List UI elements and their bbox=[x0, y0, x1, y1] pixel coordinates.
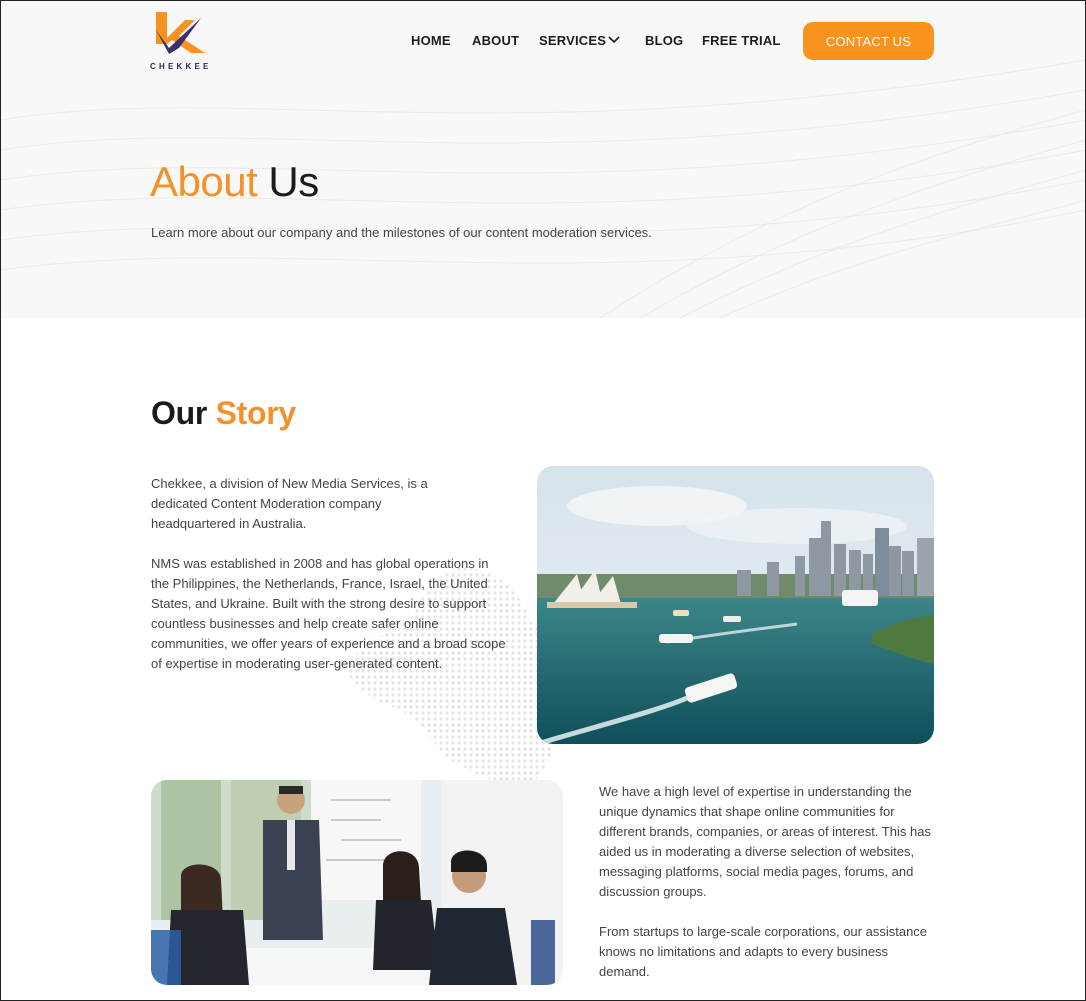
chekkee-logo[interactable]: CHEKKEE bbox=[150, 12, 214, 72]
story-paragraph-3: We have a high level of expertise in und… bbox=[599, 784, 931, 899]
sydney-harbour-image bbox=[537, 466, 934, 744]
office-meeting-image bbox=[151, 780, 563, 985]
chekkee-logo-icon bbox=[156, 12, 205, 54]
nav-home[interactable]: HOME bbox=[411, 33, 451, 48]
page-subtitle: Learn more about our company and the mil… bbox=[151, 225, 652, 240]
chevron-down-icon[interactable] bbox=[608, 36, 620, 44]
nav-free-trial[interactable]: FREE TRIAL bbox=[702, 33, 781, 48]
story-title-lead: Our bbox=[151, 395, 216, 431]
nav-about[interactable]: ABOUT bbox=[472, 33, 519, 48]
page-title-rest: Us bbox=[257, 158, 319, 205]
story-title-accent: Story bbox=[215, 395, 297, 431]
contact-us-button[interactable]: CONTACT US bbox=[803, 22, 934, 60]
page-title-accent: About bbox=[150, 158, 258, 205]
story-paragraph-4: From startups to large-scale corporation… bbox=[599, 924, 928, 979]
story-paragraph-2: NMS was established in 2008 and has glob… bbox=[151, 556, 506, 671]
story-title: Our Story bbox=[151, 395, 296, 432]
nav-services[interactable]: SERVICES bbox=[539, 33, 606, 48]
story-paragraph-1: Chekkee, a division of New Media Service… bbox=[151, 476, 428, 531]
nav-blog[interactable]: BLOG bbox=[645, 33, 683, 48]
page-title: About Us bbox=[150, 158, 319, 206]
logo-text: CHEKKEE bbox=[150, 62, 212, 71]
